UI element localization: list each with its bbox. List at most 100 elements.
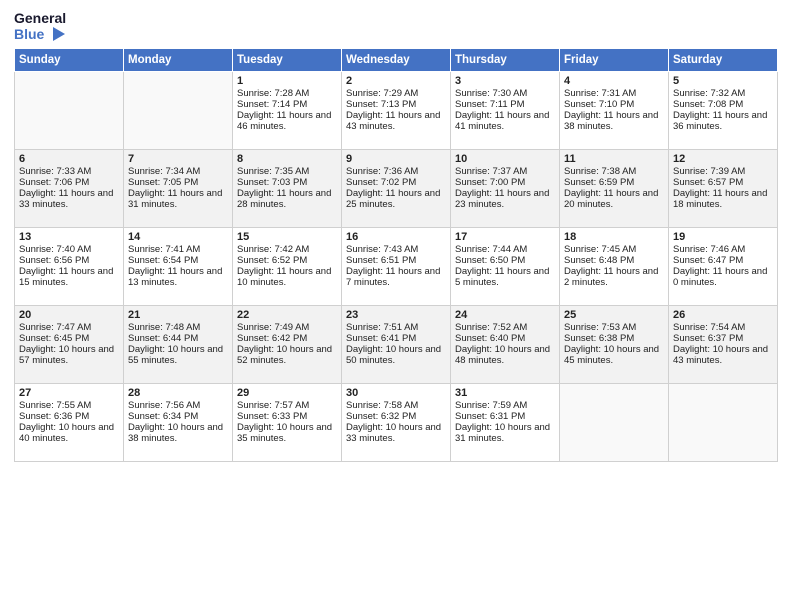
day-number: 1 <box>237 75 337 87</box>
day-info: Sunset: 7:06 PM <box>19 177 119 188</box>
day-info: Daylight: 10 hours and 57 minutes. <box>19 344 119 366</box>
day-number: 21 <box>128 309 228 321</box>
day-info: Daylight: 11 hours and 2 minutes. <box>564 266 664 288</box>
day-info: Daylight: 11 hours and 20 minutes. <box>564 188 664 210</box>
day-number: 23 <box>346 309 446 321</box>
day-info: Daylight: 10 hours and 50 minutes. <box>346 344 446 366</box>
day-info: Daylight: 11 hours and 0 minutes. <box>673 266 773 288</box>
calendar-header: SundayMondayTuesdayWednesdayThursdayFrid… <box>15 49 778 72</box>
day-number: 6 <box>19 153 119 165</box>
day-info: Sunset: 7:05 PM <box>128 177 228 188</box>
day-info: Sunset: 6:57 PM <box>673 177 773 188</box>
day-info: Sunrise: 7:33 AM <box>19 166 119 177</box>
day-info: Sunrise: 7:35 AM <box>237 166 337 177</box>
day-info: Sunrise: 7:53 AM <box>564 322 664 333</box>
day-info: Sunset: 7:10 PM <box>564 99 664 110</box>
day-info: Sunset: 6:56 PM <box>19 255 119 266</box>
day-number: 3 <box>455 75 555 87</box>
day-info: Daylight: 10 hours and 45 minutes. <box>564 344 664 366</box>
calendar-cell: 27Sunrise: 7:55 AMSunset: 6:36 PMDayligh… <box>15 384 124 462</box>
day-info: Sunset: 6:36 PM <box>19 411 119 422</box>
day-info: Sunrise: 7:32 AM <box>673 88 773 99</box>
day-header-wednesday: Wednesday <box>342 49 451 72</box>
day-number: 16 <box>346 231 446 243</box>
day-number: 4 <box>564 75 664 87</box>
calendar-cell: 15Sunrise: 7:42 AMSunset: 6:52 PMDayligh… <box>233 228 342 306</box>
day-header-monday: Monday <box>124 49 233 72</box>
day-number: 31 <box>455 387 555 399</box>
day-info: Sunrise: 7:56 AM <box>128 400 228 411</box>
calendar-cell: 3Sunrise: 7:30 AMSunset: 7:11 PMDaylight… <box>451 72 560 150</box>
day-info: Sunset: 6:47 PM <box>673 255 773 266</box>
day-number: 17 <box>455 231 555 243</box>
day-info: Daylight: 11 hours and 33 minutes. <box>19 188 119 210</box>
day-header-saturday: Saturday <box>669 49 778 72</box>
day-info: Sunrise: 7:30 AM <box>455 88 555 99</box>
day-info: Sunrise: 7:36 AM <box>346 166 446 177</box>
day-info: Sunset: 7:13 PM <box>346 99 446 110</box>
calendar-cell: 10Sunrise: 7:37 AMSunset: 7:00 PMDayligh… <box>451 150 560 228</box>
calendar-cell: 13Sunrise: 7:40 AMSunset: 6:56 PMDayligh… <box>15 228 124 306</box>
day-header-friday: Friday <box>560 49 669 72</box>
day-info: Sunrise: 7:37 AM <box>455 166 555 177</box>
day-info: Sunset: 7:03 PM <box>237 177 337 188</box>
day-info: Daylight: 10 hours and 52 minutes. <box>237 344 337 366</box>
calendar-cell: 20Sunrise: 7:47 AMSunset: 6:45 PMDayligh… <box>15 306 124 384</box>
day-info: Sunrise: 7:41 AM <box>128 244 228 255</box>
day-info: Sunrise: 7:40 AM <box>19 244 119 255</box>
calendar-cell: 12Sunrise: 7:39 AMSunset: 6:57 PMDayligh… <box>669 150 778 228</box>
day-info: Sunrise: 7:54 AM <box>673 322 773 333</box>
week-row-1: 1Sunrise: 7:28 AMSunset: 7:14 PMDaylight… <box>15 72 778 150</box>
day-info: Daylight: 11 hours and 38 minutes. <box>564 110 664 132</box>
day-info: Sunset: 6:48 PM <box>564 255 664 266</box>
day-number: 25 <box>564 309 664 321</box>
day-info: Sunrise: 7:31 AM <box>564 88 664 99</box>
day-info: Daylight: 11 hours and 28 minutes. <box>237 188 337 210</box>
day-number: 9 <box>346 153 446 165</box>
day-info: Sunset: 6:59 PM <box>564 177 664 188</box>
day-info: Daylight: 10 hours and 33 minutes. <box>346 422 446 444</box>
calendar-cell: 8Sunrise: 7:35 AMSunset: 7:03 PMDaylight… <box>233 150 342 228</box>
day-info: Sunset: 6:37 PM <box>673 333 773 344</box>
week-row-5: 27Sunrise: 7:55 AMSunset: 6:36 PMDayligh… <box>15 384 778 462</box>
day-info: Sunrise: 7:52 AM <box>455 322 555 333</box>
page-container: General Blue SundayMondayTuesdayWednesda… <box>0 0 792 472</box>
day-number: 14 <box>128 231 228 243</box>
day-number: 15 <box>237 231 337 243</box>
day-info: Daylight: 11 hours and 23 minutes. <box>455 188 555 210</box>
calendar-cell: 28Sunrise: 7:56 AMSunset: 6:34 PMDayligh… <box>124 384 233 462</box>
day-info: Sunset: 6:33 PM <box>237 411 337 422</box>
day-number: 2 <box>346 75 446 87</box>
day-info: Sunset: 6:54 PM <box>128 255 228 266</box>
week-row-4: 20Sunrise: 7:47 AMSunset: 6:45 PMDayligh… <box>15 306 778 384</box>
calendar-cell: 29Sunrise: 7:57 AMSunset: 6:33 PMDayligh… <box>233 384 342 462</box>
day-info: Daylight: 11 hours and 41 minutes. <box>455 110 555 132</box>
day-info: Daylight: 11 hours and 18 minutes. <box>673 188 773 210</box>
day-info: Daylight: 11 hours and 31 minutes. <box>128 188 228 210</box>
day-info: Sunset: 6:34 PM <box>128 411 228 422</box>
calendar-cell: 6Sunrise: 7:33 AMSunset: 7:06 PMDaylight… <box>15 150 124 228</box>
day-number: 12 <box>673 153 773 165</box>
header: General Blue <box>14 10 778 42</box>
calendar-cell: 14Sunrise: 7:41 AMSunset: 6:54 PMDayligh… <box>124 228 233 306</box>
calendar-cell: 2Sunrise: 7:29 AMSunset: 7:13 PMDaylight… <box>342 72 451 150</box>
day-info: Sunset: 6:31 PM <box>455 411 555 422</box>
day-info: Sunset: 7:00 PM <box>455 177 555 188</box>
logo-arrow-icon <box>47 27 65 41</box>
day-info: Daylight: 10 hours and 48 minutes. <box>455 344 555 366</box>
day-info: Sunset: 6:51 PM <box>346 255 446 266</box>
day-number: 22 <box>237 309 337 321</box>
day-info: Sunrise: 7:51 AM <box>346 322 446 333</box>
day-info: Sunrise: 7:46 AM <box>673 244 773 255</box>
calendar-cell: 26Sunrise: 7:54 AMSunset: 6:37 PMDayligh… <box>669 306 778 384</box>
day-info: Daylight: 10 hours and 38 minutes. <box>128 422 228 444</box>
day-info: Daylight: 11 hours and 13 minutes. <box>128 266 228 288</box>
calendar-table: SundayMondayTuesdayWednesdayThursdayFrid… <box>14 48 778 462</box>
day-number: 11 <box>564 153 664 165</box>
calendar-cell: 1Sunrise: 7:28 AMSunset: 7:14 PMDaylight… <box>233 72 342 150</box>
calendar-cell: 25Sunrise: 7:53 AMSunset: 6:38 PMDayligh… <box>560 306 669 384</box>
day-info: Sunrise: 7:28 AM <box>237 88 337 99</box>
logo-text-block: General Blue <box>14 10 66 42</box>
calendar-cell: 7Sunrise: 7:34 AMSunset: 7:05 PMDaylight… <box>124 150 233 228</box>
day-info: Sunset: 6:50 PM <box>455 255 555 266</box>
